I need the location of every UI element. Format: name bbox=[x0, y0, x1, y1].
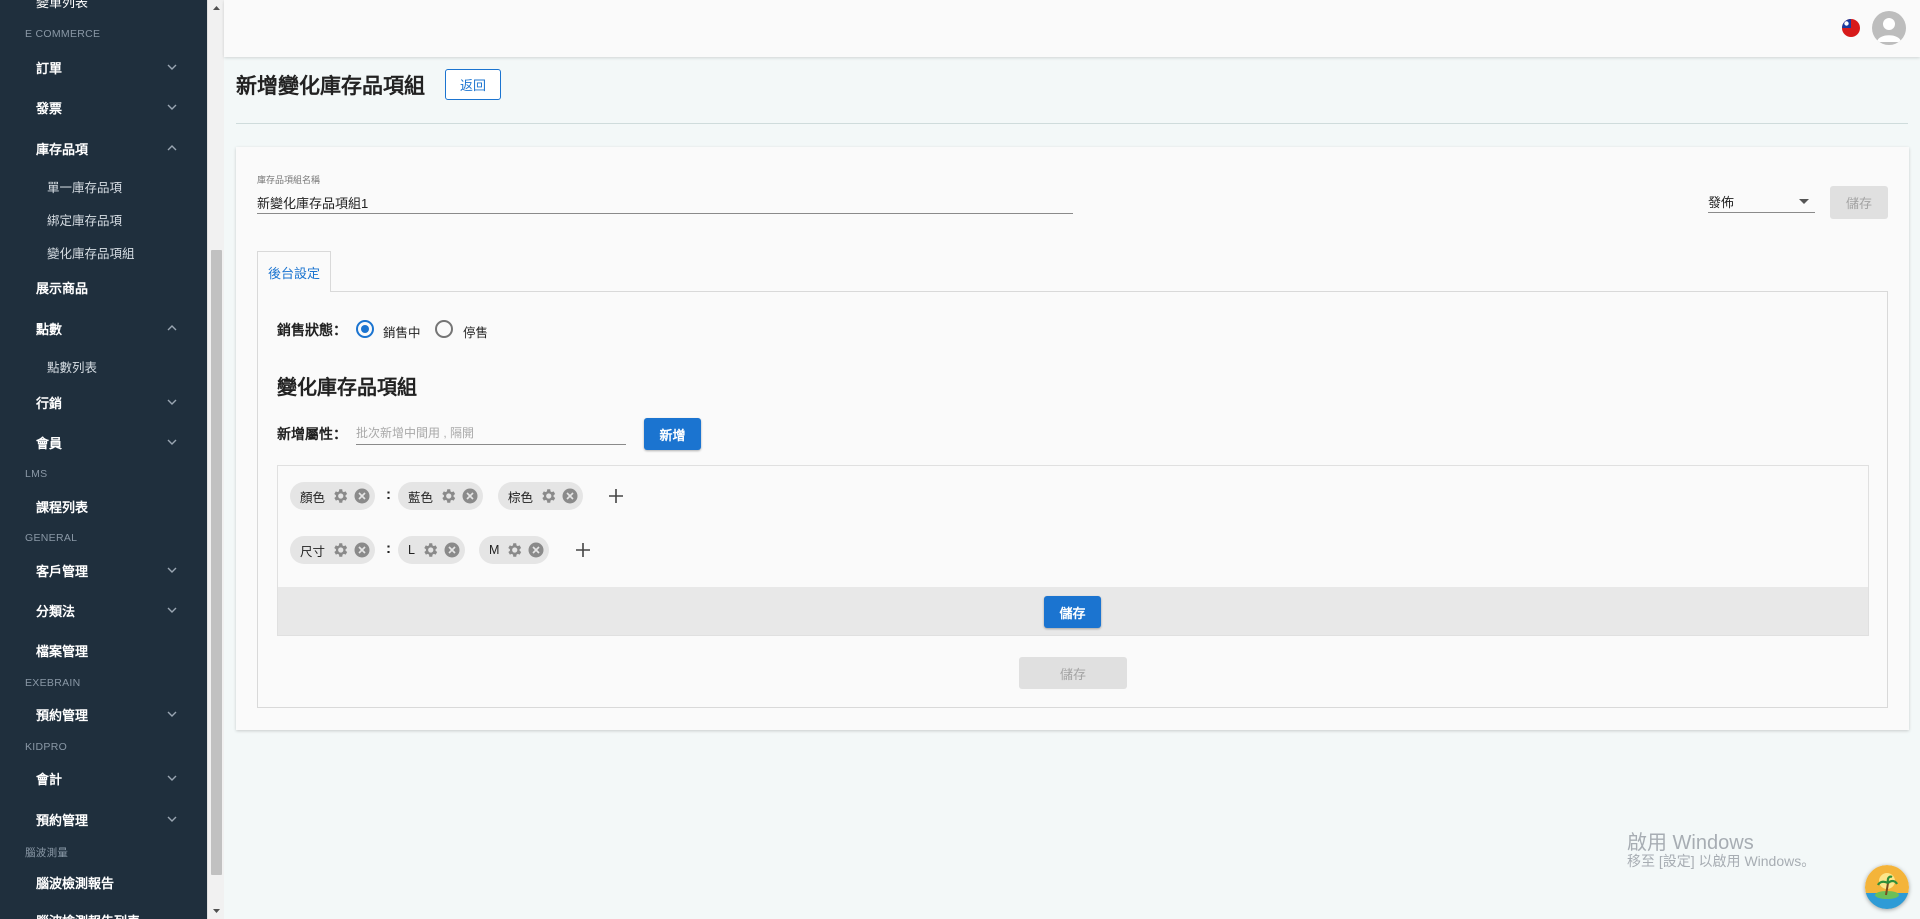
sidebar-section-kidpro: KIDPRO bbox=[25, 741, 68, 753]
windows-activation-subtitle: 移至 [設定] 以啟用 Windows。 bbox=[1627, 853, 1816, 869]
name-field-label: 庫存品項組名稱 bbox=[257, 175, 321, 185]
gear-icon[interactable] bbox=[331, 487, 349, 505]
sidebar-item-accounting[interactable]: 會計 bbox=[0, 768, 207, 788]
sidebar-item-points[interactable]: 點數 bbox=[0, 318, 207, 338]
gear-icon[interactable] bbox=[439, 487, 457, 505]
scrollbar-thumb[interactable] bbox=[211, 250, 222, 875]
variants-heading: 變化庫存品項組 bbox=[277, 377, 417, 399]
sidebar-item-partial-top[interactable]: 變單列表 bbox=[0, 0, 207, 12]
scroll-down-arrow-icon[interactable] bbox=[212, 906, 221, 915]
sidebar-section-eeg: 腦波測量 bbox=[25, 847, 69, 859]
chevron-down-icon bbox=[167, 399, 177, 405]
gear-icon[interactable] bbox=[539, 487, 557, 505]
chevron-down-icon bbox=[167, 607, 177, 613]
sidebar-scrollbar[interactable] bbox=[207, 0, 224, 919]
save-bottom-button[interactable]: 儲存 bbox=[1019, 657, 1127, 689]
gear-icon[interactable] bbox=[331, 541, 349, 559]
add-value-plus-icon[interactable] bbox=[575, 542, 591, 558]
sidebar-item-orders[interactable]: 訂單 bbox=[0, 57, 207, 77]
add-value-plus-icon[interactable] bbox=[608, 488, 624, 504]
sidebar-item-inventory[interactable]: 庫存品項 bbox=[0, 138, 207, 158]
sidebar-item-partial-bottom[interactable]: 腦波檢測報告列表 bbox=[0, 910, 207, 919]
chip-label: 尺寸 bbox=[300, 544, 326, 559]
chip-label: 棕色 bbox=[508, 490, 534, 505]
taiwan-flag-icon[interactable] bbox=[1842, 19, 1860, 37]
close-circle-icon[interactable] bbox=[353, 487, 371, 505]
sidebar-item-taxonomy[interactable]: 分類法 bbox=[0, 600, 207, 620]
sidebar-subitem-points-list[interactable]: 點數列表 bbox=[47, 357, 97, 376]
radio-on-sale-label[interactable]: 銷售中 bbox=[383, 322, 421, 341]
close-circle-icon[interactable] bbox=[461, 487, 479, 505]
sidebar-item-booking-kidpro[interactable]: 預約管理 bbox=[0, 809, 207, 829]
save-variants-button[interactable]: 儲存 bbox=[1044, 596, 1101, 628]
chevron-down-icon bbox=[167, 711, 177, 717]
publish-status-value: 發佈 bbox=[1708, 194, 1735, 210]
add-attribute-button[interactable]: 新增 bbox=[644, 418, 701, 450]
back-button[interactable]: 返回 bbox=[445, 69, 501, 100]
save-top-button[interactable]: 儲存 bbox=[1830, 186, 1888, 219]
value-chip-blue[interactable]: 藍色 bbox=[398, 482, 484, 510]
attribute-chip-size[interactable]: 尺寸 bbox=[290, 536, 376, 564]
sidebar-item-members[interactable]: 會員 bbox=[0, 432, 207, 452]
close-circle-icon[interactable] bbox=[527, 541, 545, 559]
sidebar-item-courses[interactable]: 課程列表 bbox=[0, 496, 207, 516]
sidebar-item-customers[interactable]: 客戶管理 bbox=[0, 560, 207, 580]
sidebar-subitem-inventory-variant[interactable]: 變化庫存品項組 bbox=[47, 243, 135, 262]
chevron-down-icon bbox=[167, 64, 177, 70]
sale-status-label: 銷售狀態： bbox=[277, 322, 347, 338]
topbar bbox=[224, 0, 1920, 57]
gear-icon[interactable] bbox=[505, 541, 523, 559]
scroll-up-arrow-icon[interactable] bbox=[212, 4, 221, 13]
radio-stopped-label[interactable]: 停售 bbox=[463, 322, 488, 341]
value-chip-brown[interactable]: 棕色 bbox=[498, 482, 584, 510]
radio-on-sale[interactable] bbox=[356, 320, 374, 338]
publish-status-select[interactable]: 發佈 bbox=[1708, 190, 1815, 213]
sidebar-section-lms: LMS bbox=[25, 468, 48, 480]
island-icon bbox=[1865, 865, 1909, 909]
value-chip-l[interactable]: L bbox=[398, 536, 465, 564]
add-attribute-input[interactable] bbox=[356, 421, 626, 445]
person-icon bbox=[1877, 18, 1901, 42]
chevron-down-icon bbox=[167, 775, 177, 781]
sidebar: 變單列表 E COMMERCE 訂單 發票 庫存品項 單一庫存品項 綁定庫存品項… bbox=[0, 0, 207, 919]
radio-stopped[interactable] bbox=[435, 320, 453, 338]
sidebar-subitem-inventory-single[interactable]: 單一庫存品項 bbox=[47, 177, 122, 196]
page-title: 新增變化庫存品項組 bbox=[236, 75, 425, 98]
floating-assistant-button[interactable] bbox=[1865, 865, 1909, 909]
chip-label: 藍色 bbox=[408, 490, 434, 505]
chevron-up-icon bbox=[167, 325, 177, 331]
sidebar-item-eeg-report[interactable]: 腦波檢測報告 bbox=[0, 872, 207, 892]
sidebar-section-general: GENERAL bbox=[25, 532, 78, 544]
add-attribute-label: 新增屬性： bbox=[277, 426, 347, 442]
attribute-chip-color[interactable]: 顏色 bbox=[290, 482, 376, 510]
chevron-down-icon bbox=[167, 104, 177, 110]
header-divider bbox=[236, 123, 1908, 124]
gear-icon[interactable] bbox=[421, 541, 439, 559]
sidebar-section-ecommerce: E COMMERCE bbox=[25, 28, 101, 40]
value-chip-m[interactable]: M bbox=[479, 536, 550, 564]
sidebar-item-files[interactable]: 檔案管理 bbox=[0, 640, 207, 660]
close-circle-icon[interactable] bbox=[353, 541, 371, 559]
sidebar-item-marketing[interactable]: 行銷 bbox=[0, 392, 207, 412]
chip-label: M bbox=[489, 543, 500, 557]
chip-label: L bbox=[408, 543, 415, 557]
group-name-input[interactable] bbox=[257, 192, 1073, 214]
close-circle-icon[interactable] bbox=[561, 487, 579, 505]
sidebar-item-booking-exebrain[interactable]: 預約管理 bbox=[0, 704, 207, 724]
caret-down-icon bbox=[1799, 199, 1809, 204]
attribute-separator: : bbox=[386, 540, 391, 557]
sidebar-subitem-inventory-bundle[interactable]: 綁定庫存品項 bbox=[47, 210, 122, 229]
chevron-down-icon bbox=[167, 567, 177, 573]
tab-backend-settings[interactable]: 後台設定 bbox=[257, 251, 331, 292]
chevron-up-icon bbox=[167, 145, 177, 151]
attribute-separator: : bbox=[386, 486, 391, 503]
sidebar-item-showcase[interactable]: 展示商品 bbox=[0, 277, 207, 297]
chip-label: 顏色 bbox=[300, 490, 326, 505]
close-circle-icon[interactable] bbox=[443, 541, 461, 559]
user-avatar[interactable] bbox=[1872, 11, 1906, 45]
sidebar-section-exebrain: EXEBRAIN bbox=[25, 677, 81, 689]
chevron-down-icon bbox=[167, 439, 177, 445]
sidebar-item-invoices[interactable]: 發票 bbox=[0, 97, 207, 117]
chevron-down-icon bbox=[167, 816, 177, 822]
